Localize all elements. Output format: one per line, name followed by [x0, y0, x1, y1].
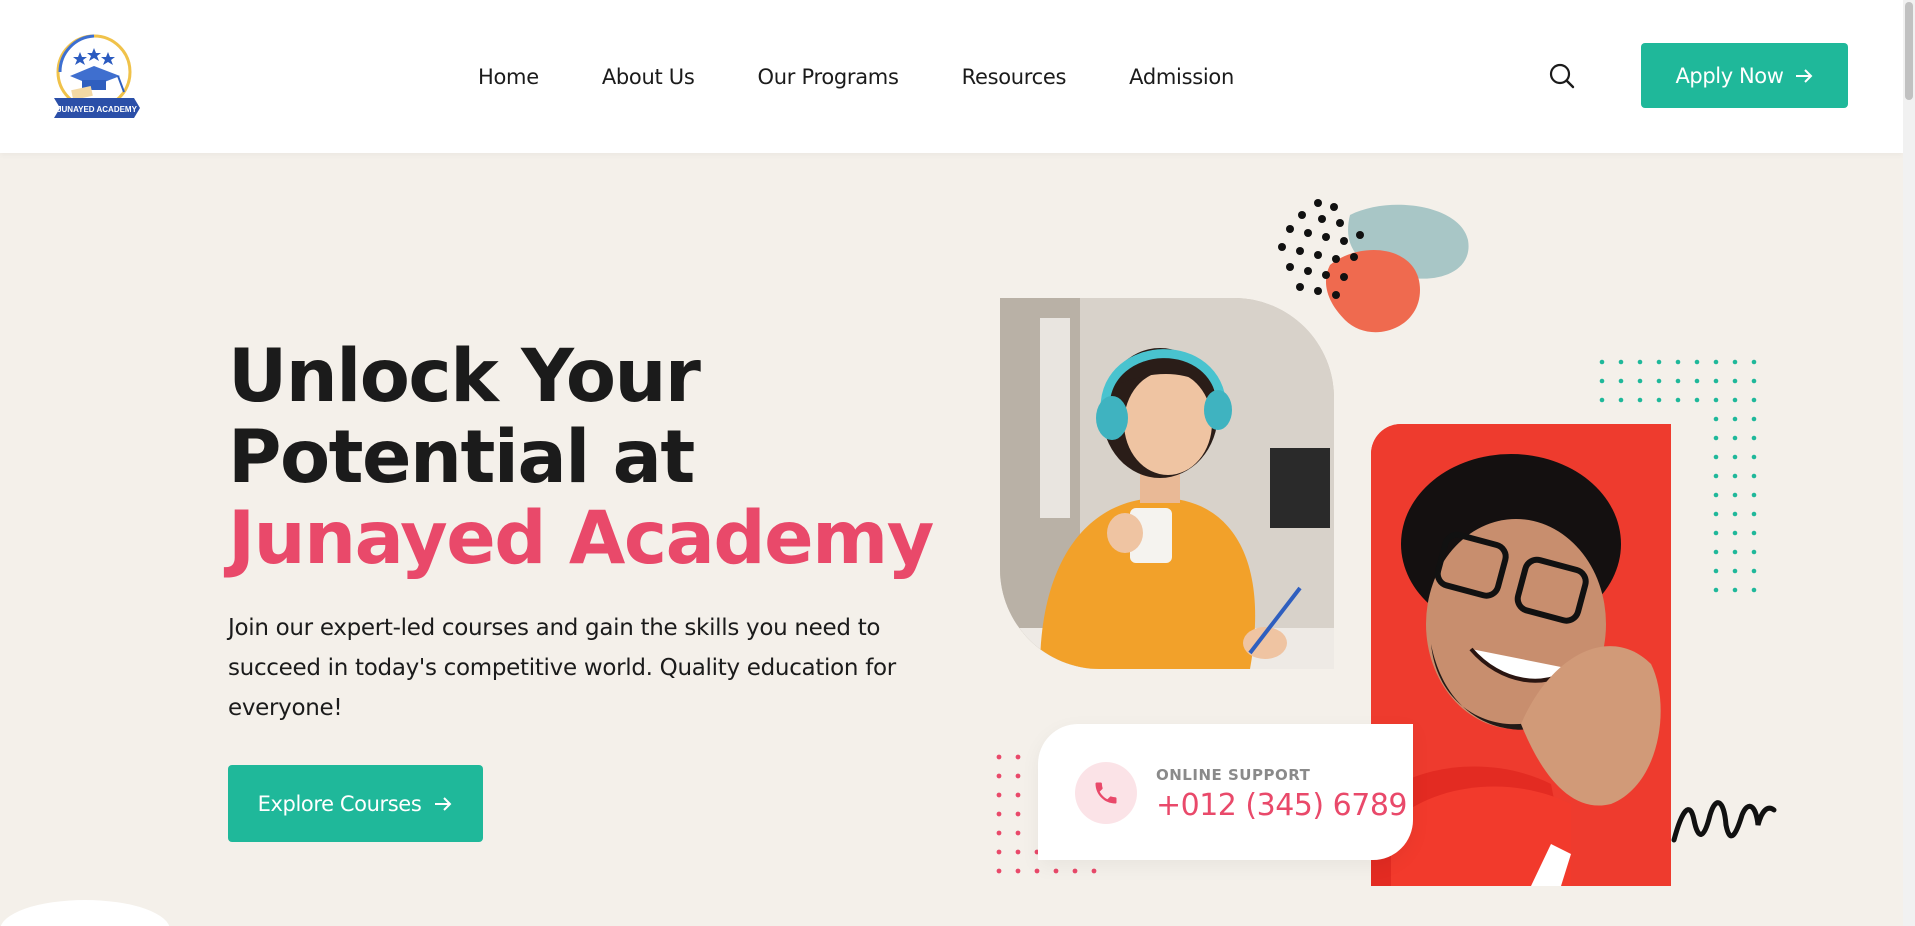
hero-title-accent: Junayed Academy	[228, 496, 934, 581]
hero-title-line1: Unlock Your	[228, 334, 701, 419]
nav-resources[interactable]: Resources	[962, 65, 1067, 89]
page-scrollbar[interactable]	[1903, 0, 1915, 926]
decorative-wave	[0, 900, 170, 926]
nav-admission[interactable]: Admission	[1129, 65, 1234, 89]
arrow-right-icon	[435, 796, 452, 811]
decorative-squiggle	[1671, 800, 1777, 843]
academy-logo[interactable]: JUNAYED ACADEMY	[50, 32, 146, 122]
svg-text:JUNAYED ACADEMY: JUNAYED ACADEMY	[57, 105, 138, 114]
search-icon[interactable]	[1548, 62, 1576, 90]
site-header: JUNAYED ACADEMY Home About Us Our Progra…	[0, 0, 1903, 153]
arrow-right-icon	[1795, 68, 1812, 83]
nav-our-programs[interactable]: Our Programs	[758, 65, 899, 89]
hero-description: Join our expert-led courses and gain the…	[228, 615, 896, 721]
apply-now-label: Apply Now	[1675, 63, 1784, 88]
explore-courses-label: Explore Courses	[257, 791, 422, 816]
support-label: ONLINE SUPPORT	[1156, 766, 1311, 784]
support-phone-number[interactable]: +012 (345) 6789	[1156, 788, 1408, 823]
hero-title: Unlock Your Potential at Junayed Academy	[228, 336, 948, 579]
phone-icon[interactable]	[1075, 762, 1137, 824]
online-support-card: ONLINE SUPPORT +012 (345) 6789	[1038, 724, 1413, 860]
nav-about-us[interactable]: About Us	[602, 65, 695, 89]
scrollbar-thumb[interactable]	[1905, 2, 1913, 100]
main-nav: Home About Us Our Programs Resources Adm…	[478, 0, 1297, 153]
explore-courses-button[interactable]: Explore Courses	[228, 765, 483, 842]
hero-title-line2: Potential at	[228, 415, 695, 500]
student-photo-woman	[1000, 298, 1334, 669]
nav-home[interactable]: Home	[478, 65, 539, 89]
apply-now-button[interactable]: Apply Now	[1641, 43, 1848, 108]
student-photo-man	[1371, 424, 1671, 886]
